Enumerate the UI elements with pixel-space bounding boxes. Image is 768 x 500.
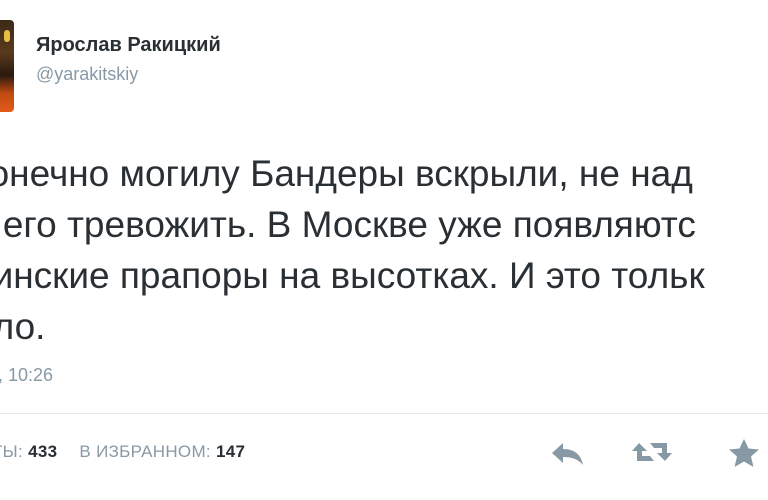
tweet-text-line: ало. (0, 306, 46, 347)
tweet-text-line: о его тревожить. В Москве уже появляютс (0, 204, 696, 245)
user-name[interactable]: Ярослав Ракицкий (36, 34, 221, 57)
retweets-count[interactable]: 433 (28, 442, 57, 461)
favorite-button[interactable] (724, 434, 764, 470)
favorites-count[interactable]: 147 (216, 442, 245, 461)
favorite-icon (729, 439, 759, 467)
tweet-card: Ярослав Ракицкий @yarakitskiy конечно мо… (0, 0, 768, 500)
tweet-timestamp[interactable]: 4, 10:26 (0, 365, 53, 386)
retweets-label[interactable]: ТЫ: (0, 442, 23, 461)
retweet-button[interactable] (630, 434, 672, 470)
reply-button[interactable] (548, 434, 588, 470)
tweet-text: конечно могилу Бандеры вскрыли, не над о… (0, 148, 768, 352)
tweet-text-line: аинские прапоры на высотках. И это тольк (0, 255, 705, 296)
favorites-label[interactable]: В ИЗБРАННОМ: (79, 442, 211, 461)
user-handle[interactable]: @yarakitskiy (36, 64, 138, 85)
avatar[interactable] (0, 20, 14, 112)
avatar-highlight (4, 30, 10, 42)
tweet-text-line: конечно могилу Бандеры вскрыли, не над (0, 153, 693, 194)
reply-icon (552, 443, 583, 465)
tweet-stats: ТЫ: 433 В ИЗБРАННОМ: 147 (0, 442, 245, 462)
retweet-icon (632, 443, 672, 461)
divider (0, 413, 768, 414)
